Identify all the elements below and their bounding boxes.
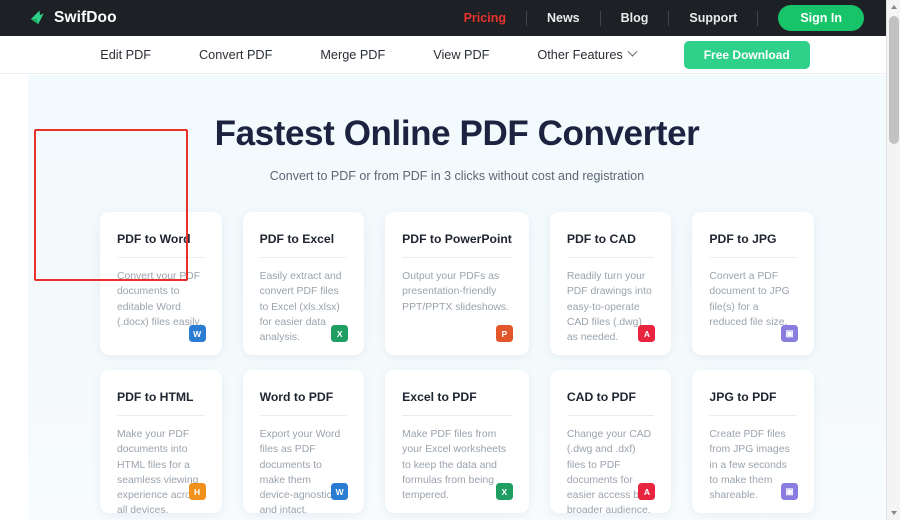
subnav-item-merge-pdf[interactable]: Merge PDF (296, 48, 409, 62)
brand-name: SwifDoo (54, 9, 117, 26)
card-description: Output your PDFs as presentation-friendl… (402, 271, 509, 313)
card-description: Export your Word files as PDF documents … (259, 429, 341, 517)
card-divider (259, 257, 348, 258)
chevron-down-icon (627, 46, 638, 57)
subnav-item-other-features-label: Other Features (537, 47, 623, 62)
card-divider (402, 415, 512, 416)
card-divider (117, 415, 205, 416)
converter-card[interactable]: PDF to Word Convert your PDF documents to… (100, 212, 222, 355)
card-title: PDF to CAD (566, 232, 636, 246)
nav-link-blog[interactable]: Blog (601, 11, 669, 25)
card-title: PDF to Word (117, 232, 191, 246)
subnav-item-convert-pdf[interactable]: Convert PDF (175, 48, 296, 62)
card-title: Word to PDF (259, 390, 334, 404)
card-divider (566, 415, 655, 416)
cad-file-icon: A (638, 325, 660, 346)
top-nav-links: Pricing News Blog Support Sign In (444, 5, 864, 31)
brand-logo[interactable]: SwifDoo (27, 8, 117, 28)
scrollbar-thumb[interactable] (889, 16, 899, 144)
subnav-item-other-features[interactable]: Other Features (513, 46, 659, 62)
hero-section: Fastest Online PDF Converter Convert to … (28, 75, 886, 520)
card-divider (566, 257, 655, 258)
word-file-icon: W (331, 483, 353, 504)
scroll-up-arrow-icon[interactable] (887, 0, 900, 14)
card-description: Convert your PDF documents to editable W… (117, 271, 202, 328)
card-divider (259, 415, 348, 416)
cad-file-icon: A (638, 483, 660, 504)
card-title: PDF to PowerPoint (402, 232, 512, 246)
sub-navigation-bar: Edit PDF Convert PDF Merge PDF View PDF … (0, 36, 886, 74)
subnav-item-view-pdf[interactable]: View PDF (409, 48, 513, 62)
nav-link-pricing[interactable]: Pricing (444, 11, 526, 25)
card-title: CAD to PDF (566, 390, 636, 404)
free-download-button[interactable]: Free Download (683, 40, 810, 69)
card-description: Make your PDF documents into HTML files … (117, 429, 202, 517)
card-title: PDF to HTML (117, 390, 194, 404)
nav-link-news[interactable]: News (527, 11, 600, 25)
page-title: Fastest Online PDF Converter (214, 114, 700, 153)
converter-card[interactable]: PDF to JPG Convert a PDF document to JPG … (692, 212, 814, 355)
converter-card[interactable]: PDF to Excel Easily extract and convert P… (242, 212, 365, 355)
card-divider (117, 257, 205, 258)
subnav-item-edit-pdf[interactable]: Edit PDF (76, 48, 175, 62)
scroll-down-arrow-icon[interactable] (887, 506, 900, 520)
swifdoo-arrow-logo-icon (30, 10, 44, 25)
nav-link-support[interactable]: Support (669, 11, 757, 25)
jpg-image-icon: ▣ (781, 325, 802, 346)
converter-card[interactable]: JPG to PDF Create PDF files from JPG imag… (692, 370, 814, 513)
card-title: PDF to Excel (259, 232, 335, 246)
nav-divider (757, 10, 759, 26)
excel-file-icon: X (495, 483, 517, 504)
page-scrollbar[interactable] (886, 0, 900, 520)
sign-in-button[interactable]: Sign In (778, 5, 864, 31)
card-divider (709, 415, 797, 416)
card-title: PDF to JPG (709, 232, 777, 246)
card-divider (709, 257, 797, 258)
converter-card[interactable]: Excel to PDF Make PDF files from your Exc… (385, 370, 529, 513)
top-navigation-bar: SwifDoo Pricing News Blog Support Sign I… (0, 0, 886, 36)
converter-card[interactable]: PDF to PowerPoint Output your PDFs as pre… (385, 212, 529, 355)
card-title: JPG to PDF (709, 390, 777, 404)
card-description: Change your CAD (.dwg and .dxf) files to… (566, 429, 653, 517)
html-file-icon: H (188, 483, 210, 504)
card-description: Convert a PDF document to JPG file(s) fo… (709, 271, 790, 328)
card-divider (402, 257, 512, 258)
excel-file-icon: X (331, 325, 353, 346)
converter-card[interactable]: PDF to CAD Readily turn your PDF drawings… (549, 212, 672, 355)
card-title: Excel to PDF (402, 390, 477, 404)
jpg-image-icon: ▣ (781, 483, 802, 504)
converter-card[interactable]: PDF to HTML Make your PDF documents into … (100, 370, 222, 516)
powerpoint-file-icon: P (495, 325, 517, 346)
converter-card-grid: PDF to Word Convert your PDF documents to… (100, 212, 814, 516)
converter-card[interactable]: CAD to PDF Change your CAD (.dwg and .dxf… (549, 370, 672, 516)
page-subtitle: Convert to PDF or from PDF in 3 clicks w… (269, 169, 645, 183)
word-file-icon: W (188, 325, 210, 346)
browser-viewport: SwifDoo Pricing News Blog Support Sign I… (0, 0, 900, 520)
converter-card[interactable]: Word to PDF Export your Word files as PDF… (242, 370, 365, 516)
